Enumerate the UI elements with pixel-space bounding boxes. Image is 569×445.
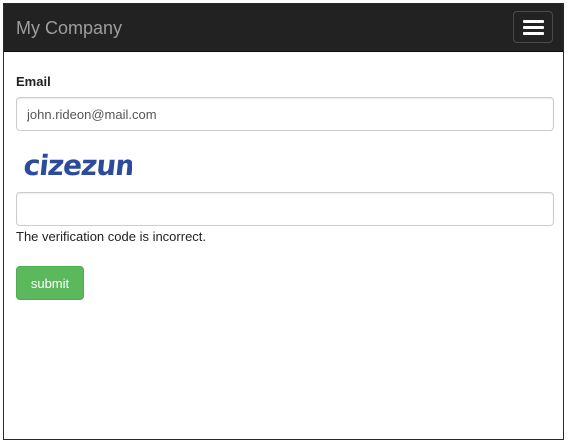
brand-link[interactable]: My Company — [16, 17, 122, 39]
submit-button[interactable]: submit — [16, 266, 84, 300]
verification-code-field[interactable] — [16, 192, 554, 226]
navbar: My Company — [4, 4, 563, 52]
email-label: Email — [16, 74, 51, 89]
captcha-text: cizezum — [22, 149, 132, 182]
app-window: My Company Email cizezum The verificatio… — [3, 3, 564, 440]
hamburger-menu-icon — [523, 20, 544, 23]
menu-toggle-button[interactable] — [513, 11, 553, 43]
captcha-image: cizezum — [22, 149, 132, 182]
verification-error-message: The verification code is incorrect. — [16, 229, 207, 244]
email-field[interactable] — [16, 97, 554, 131]
